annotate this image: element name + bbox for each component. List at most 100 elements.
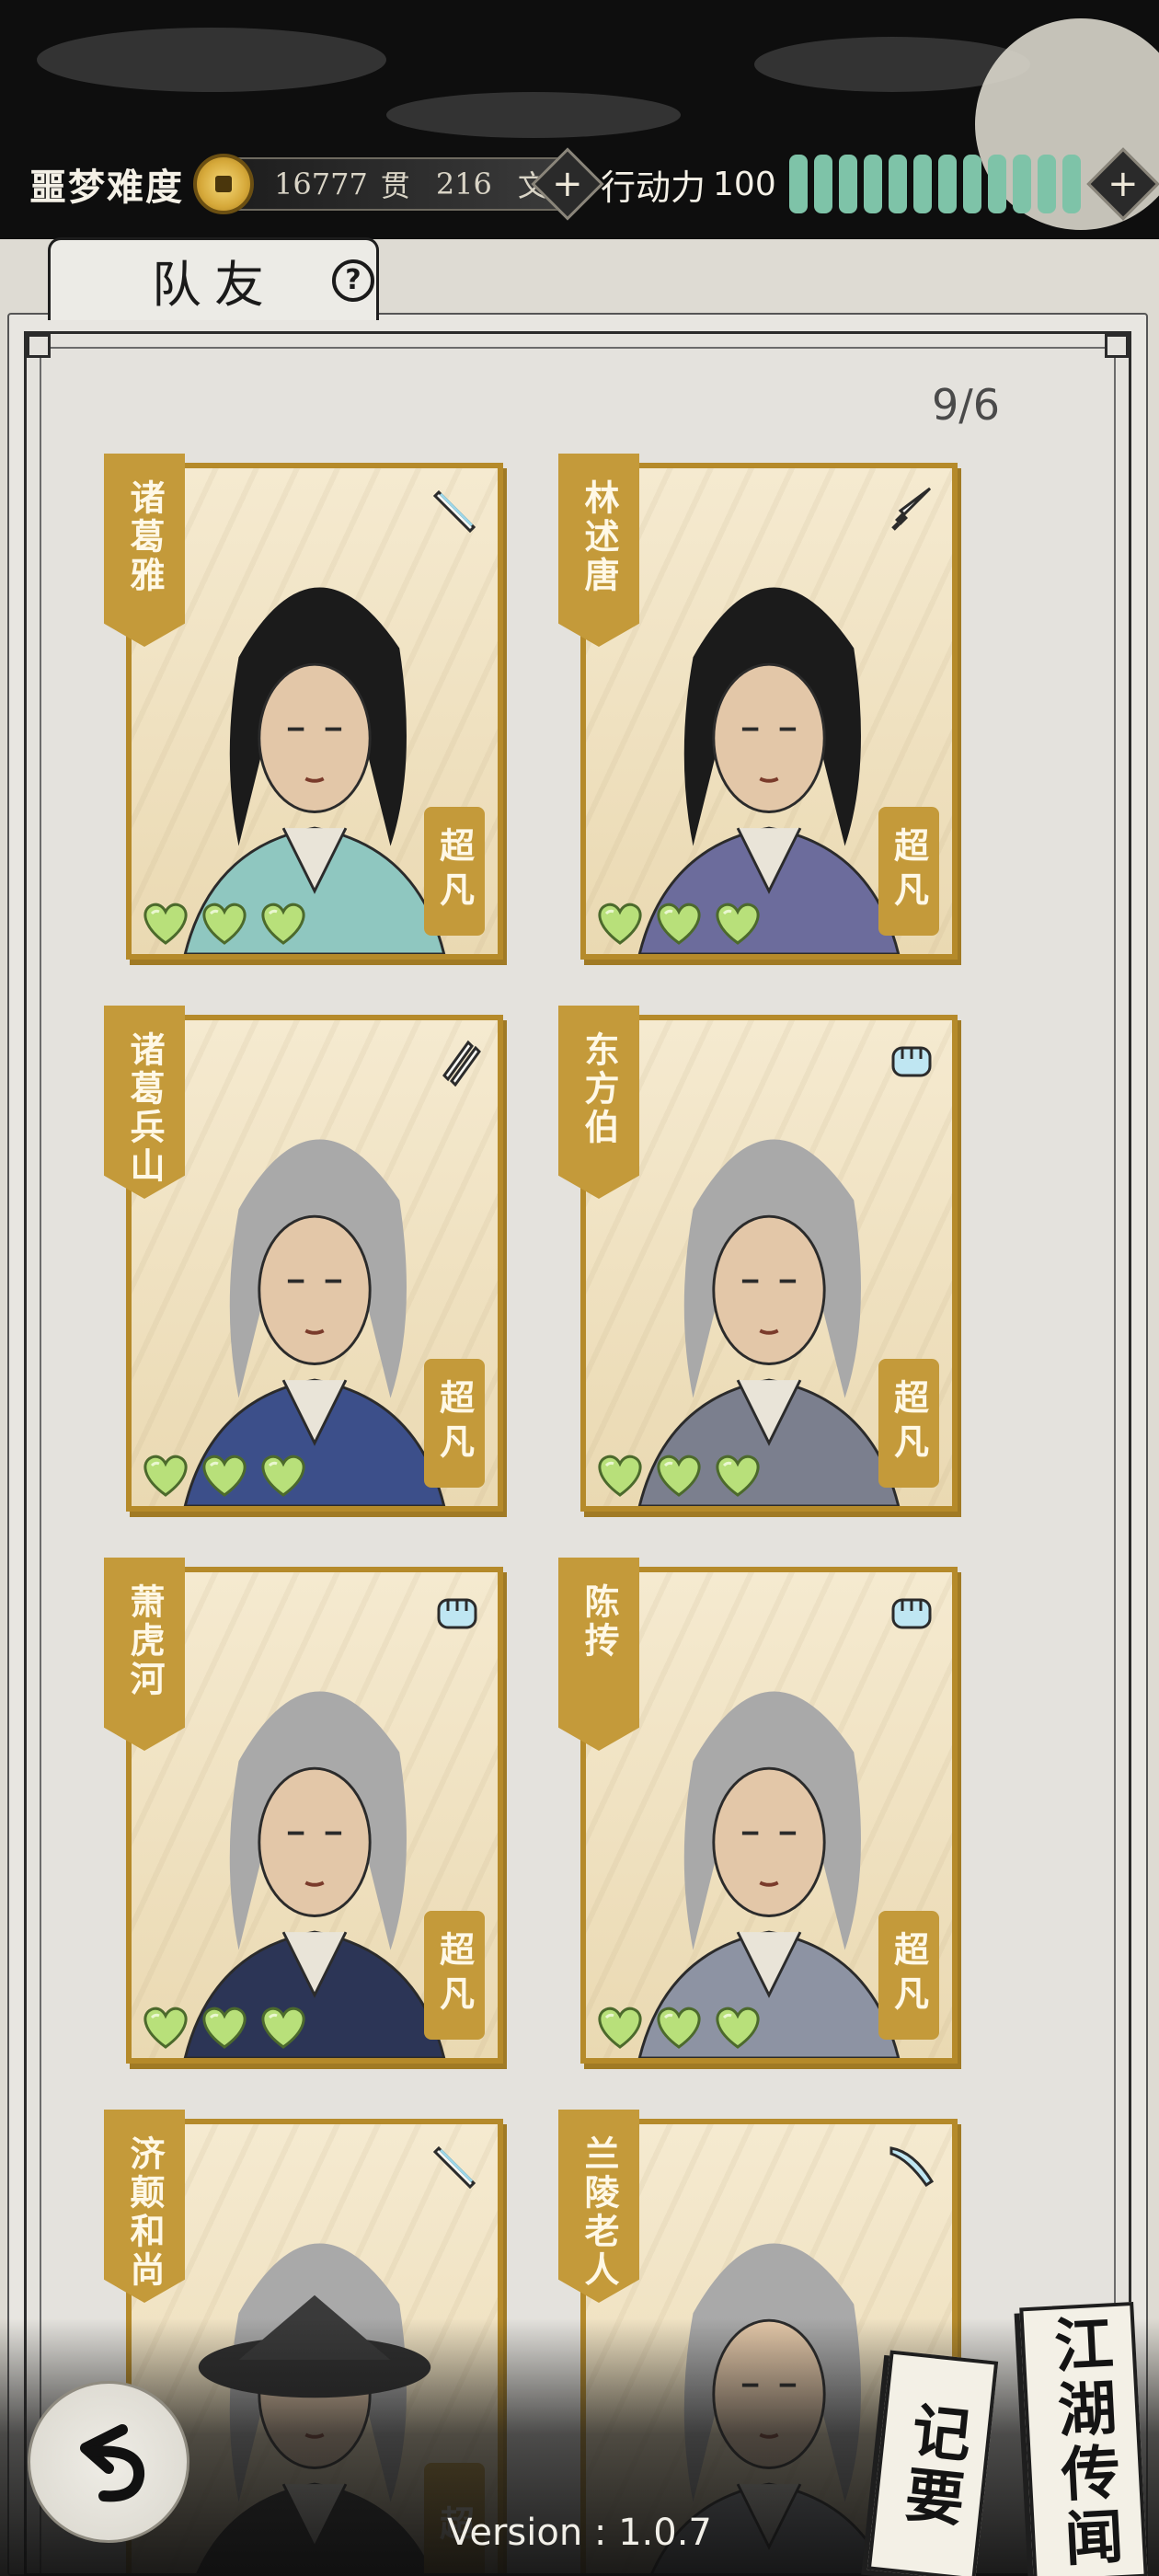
heart-icon (593, 901, 647, 947)
name-banner: 萧虎河 (104, 1558, 185, 1751)
heart-icon (257, 1453, 310, 1499)
fist-icon (886, 1587, 937, 1639)
action-points-bar (788, 155, 1081, 213)
character-name: 济颠和尚 (124, 2135, 166, 2290)
character-name: 诸葛雅 (124, 479, 166, 595)
action-point-segment (912, 155, 932, 213)
broadsword-icon (886, 2139, 937, 2191)
name-banner: 陈抟 (558, 1558, 639, 1751)
rank-label: 超凡 (433, 1379, 476, 1467)
help-button[interactable]: ? (332, 259, 374, 302)
add-action-points-button[interactable]: + (1086, 147, 1159, 221)
heart-icon (711, 2005, 764, 2051)
question-icon: ? (345, 264, 361, 296)
affinity-hearts (139, 901, 310, 947)
action-point-segment (863, 155, 882, 213)
heart-icon (139, 901, 192, 947)
heart-icon (652, 901, 706, 947)
rank-label: 超凡 (433, 1931, 476, 2019)
rank-badge: 超凡 (424, 1911, 485, 2040)
teammate-card[interactable]: 超凡 林述唐 (534, 454, 958, 960)
affinity-hearts (139, 1453, 310, 1499)
twin-blades-icon (431, 1035, 483, 1087)
action-points-label: 行动力 (601, 167, 706, 208)
action-point-segment (1012, 155, 1031, 213)
name-banner: 东方伯 (558, 1006, 639, 1199)
teammate-card[interactable]: 超凡 诸葛兵山 (80, 1006, 503, 1512)
coin-icon (193, 154, 254, 214)
fist-icon (431, 1587, 483, 1639)
rank-label: 超凡 (888, 1379, 930, 1467)
heart-icon (257, 901, 310, 947)
action-point-segment (937, 155, 957, 213)
character-name: 兰陵老人 (579, 2135, 620, 2290)
rank-badge: 超凡 (878, 807, 939, 936)
version-text: Version : 1.0.7 (447, 2512, 712, 2554)
heart-icon (652, 2005, 706, 2051)
character-name: 陈抟 (579, 1583, 620, 1661)
rank-badge: 超凡 (424, 1359, 485, 1488)
cloud-decoration (37, 28, 386, 92)
heart-icon (593, 1453, 647, 1499)
plus-icon: + (1107, 162, 1139, 205)
heart-icon (139, 1453, 192, 1499)
money-guan-unit: 贯 (380, 168, 410, 203)
character-name: 诸葛兵山 (124, 1031, 166, 1186)
rank-badge: 超凡 (424, 807, 485, 936)
difficulty-label: 噩梦难度 (29, 166, 184, 209)
name-banner: 兰陵老人 (558, 2110, 639, 2303)
teammates-panel: 9/6 超凡 诸葛雅 超凡 林述唐 超凡 诸葛兵山 超凡 东方伯 超凡 萧虎河 … (24, 331, 1131, 2576)
action-point-segment (1037, 155, 1056, 213)
return-arrow-icon (80, 2424, 144, 2502)
character-name: 萧虎河 (124, 1583, 166, 1699)
resource-hud: 噩梦难度 16777 贯 216 文 + 行动力 100 + (0, 143, 1159, 225)
money-wen: 216 (435, 167, 492, 201)
rank-badge: 超凡 (878, 1359, 939, 1488)
heart-icon (257, 2005, 310, 2051)
rank-label: 超凡 (433, 827, 476, 915)
heart-icon (593, 2005, 647, 2051)
teammate-card[interactable]: 超凡 陈抟 (534, 1558, 958, 2064)
affinity-hearts (593, 1453, 764, 1499)
page-title: 队友 (152, 256, 277, 314)
action-point-segment (838, 155, 857, 213)
heart-icon (139, 2005, 192, 2051)
affinity-hearts (593, 901, 764, 947)
heart-icon (198, 1453, 251, 1499)
plus-icon: + (552, 162, 583, 205)
party-count: 9/6 (931, 380, 1000, 430)
name-banner: 林述唐 (558, 454, 639, 647)
heart-icon (198, 901, 251, 947)
rank-label: 超凡 (888, 827, 930, 915)
money-guan: 16777 (274, 167, 368, 201)
character-name: 东方伯 (579, 1031, 620, 1147)
action-point-segment (1061, 155, 1081, 213)
sword-icon (431, 483, 483, 535)
cloud-decoration (386, 92, 681, 138)
affinity-hearts (139, 2005, 310, 2051)
teammate-card[interactable]: 超凡 东方伯 (534, 1006, 958, 1512)
teammates-tab: 队友 ? (48, 237, 379, 320)
fist-icon (886, 1035, 937, 1087)
name-banner: 诸葛雅 (104, 454, 185, 647)
action-point-segment (788, 155, 808, 213)
corner-ornament (1105, 334, 1129, 358)
name-banner: 诸葛兵山 (104, 1006, 185, 1199)
action-point-segment (813, 155, 832, 213)
action-point-segment (888, 155, 907, 213)
heart-icon (711, 1453, 764, 1499)
character-name: 林述唐 (579, 479, 620, 595)
top-bar: 噩梦难度 16777 贯 216 文 + 行动力 100 + (0, 0, 1159, 239)
teammate-card[interactable]: 超凡 萧虎河 (80, 1558, 503, 2064)
affinity-hearts (593, 2005, 764, 2051)
teammate-card[interactable]: 超凡 诸葛雅 (80, 454, 503, 960)
heart-icon (711, 901, 764, 947)
money-display: 16777 贯 216 文 (235, 157, 562, 211)
rank-label: 超凡 (888, 1931, 930, 2019)
name-banner: 济颠和尚 (104, 2110, 185, 2303)
action-point-segment (987, 155, 1006, 213)
dagger-icon (886, 483, 937, 535)
corner-ornament (27, 334, 51, 358)
sword-icon (431, 2139, 483, 2191)
action-points-value: 100 (713, 165, 776, 203)
